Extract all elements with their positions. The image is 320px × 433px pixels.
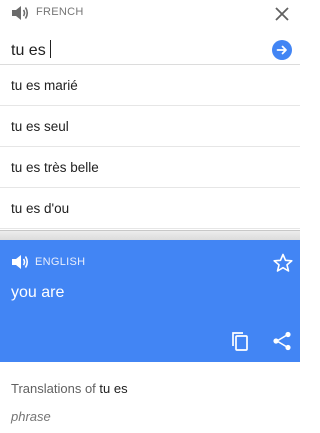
volume-icon[interactable]: [10, 253, 30, 271]
source-input-row[interactable]: tu es: [0, 36, 300, 66]
arrow-right-circle-icon[interactable]: [272, 40, 292, 60]
source-language-label[interactable]: FRENCH: [36, 6, 84, 18]
target-language-label[interactable]: ENGLISH: [35, 256, 85, 268]
close-icon[interactable]: [270, 2, 294, 26]
translations-heading: Translations of tu es: [11, 381, 128, 396]
suggestion-item[interactable]: tu es seul: [0, 106, 300, 147]
star-icon[interactable]: [272, 252, 294, 274]
translations-prefix: Translations of: [11, 381, 96, 396]
part-of-speech: phrase: [11, 409, 51, 424]
translation-text: you are: [11, 284, 65, 301]
translations-term: tu es: [99, 381, 128, 396]
source-text-input[interactable]: tu es: [11, 40, 51, 60]
suggestion-list: tu es marié tu es seul tu es très belle …: [0, 64, 300, 229]
translate-app: FRENCH tu es tu es marié tu es seul tu e…: [0, 0, 300, 433]
source-input-value: tu es: [11, 42, 46, 59]
translation-card: ENGLISH you are: [0, 240, 300, 362]
source-header: FRENCH: [0, 0, 300, 28]
suggestion-item[interactable]: tu es marié: [0, 65, 300, 106]
panel-divider: [0, 230, 300, 240]
text-cursor: [49, 40, 51, 58]
share-icon[interactable]: [271, 330, 293, 352]
suggestion-item[interactable]: tu es très belle: [0, 147, 300, 188]
suggestion-item[interactable]: tu es d'ou: [0, 188, 300, 229]
copy-icon[interactable]: [229, 330, 251, 352]
volume-icon[interactable]: [10, 4, 30, 22]
